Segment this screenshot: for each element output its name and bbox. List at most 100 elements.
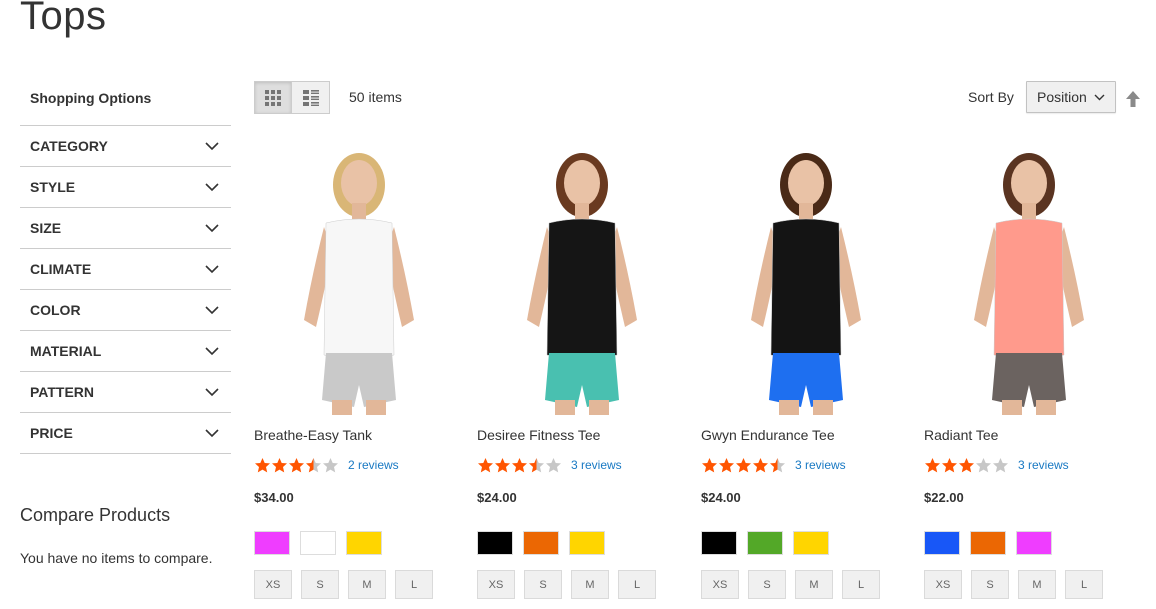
filter-price[interactable]: PRICE [20,413,231,454]
compare-products-title: Compare Products [20,505,171,525]
size-swatch[interactable]: S [301,570,339,599]
size-swatch[interactable]: M [1018,570,1056,599]
color-swatch[interactable] [346,531,382,555]
size-swatches: XS S M L [254,570,464,599]
chevron-down-icon [1094,94,1105,100]
product-image[interactable] [477,145,687,415]
star-icon [512,457,527,472]
color-swatch[interactable] [523,531,559,555]
star-icon [993,457,1008,472]
size-swatch[interactable]: S [748,570,786,599]
color-swatch[interactable] [569,531,605,555]
filter-style[interactable]: STYLE [20,167,231,208]
product-image[interactable] [254,145,464,415]
size-swatch[interactable]: XS [701,570,739,599]
product-price: $24.00 [477,490,517,505]
color-swatch[interactable] [701,531,737,555]
filter-material[interactable]: MATERIAL [20,331,231,372]
filter-pattern[interactable]: PATTERN [20,372,231,413]
chevron-down-icon [205,142,219,151]
star-icon [925,457,940,472]
chevron-down-icon [205,265,219,274]
star-icon [478,457,493,472]
sort-select[interactable]: Position [1026,81,1116,113]
shopping-options-heading: Shopping Options [30,90,152,106]
product-image[interactable] [701,145,911,415]
rating-stars [924,457,1009,474]
page-title: Tops [20,0,107,38]
size-swatch[interactable]: M [571,570,609,599]
sort-direction-arrow-icon[interactable] [1125,90,1141,108]
chevron-down-icon [205,183,219,192]
chevron-down-icon [205,224,219,233]
star-icon [323,457,338,472]
size-swatch[interactable]: S [971,570,1009,599]
product-item: Breathe-Easy Tank 2 reviews $34.00 XS S M L [254,145,464,599]
reviews-link[interactable]: 3 reviews [1018,458,1069,472]
rating-stars [701,457,786,474]
rating-stars [254,457,339,474]
rating-stars [477,457,562,474]
star-icon [255,457,270,472]
items-count: 50 items [349,89,402,105]
size-swatch[interactable]: L [842,570,880,599]
color-swatch[interactable] [793,531,829,555]
color-swatch[interactable] [747,531,783,555]
product-name-link[interactable]: Radiant Tee [924,427,1134,444]
color-swatch[interactable] [970,531,1006,555]
view-mode-switcher [254,81,330,114]
size-swatch[interactable]: M [348,570,386,599]
color-swatch[interactable] [477,531,513,555]
size-swatch[interactable]: S [524,570,562,599]
star-icon [959,457,974,472]
chevron-down-icon [205,347,219,356]
product-rating: 2 reviews [254,456,464,474]
color-swatch[interactable] [254,531,290,555]
size-swatch[interactable]: XS [477,570,515,599]
color-swatches [254,531,464,555]
sidebar: Shopping Options CATEGORY STYLE SIZE CLI… [20,86,231,454]
sort-select-value: Position [1037,89,1087,105]
color-swatches [924,531,1134,555]
product-price: $22.00 [924,490,964,505]
product-rating: 3 reviews [477,456,687,474]
product-item: Radiant Tee 3 reviews $22.00 XS S M L [924,145,1134,599]
product-image[interactable] [924,145,1134,415]
size-swatch[interactable]: L [395,570,433,599]
star-icon [719,457,734,472]
filter-climate[interactable]: CLIMATE [20,249,231,290]
reviews-link[interactable]: 2 reviews [348,458,399,472]
star-icon [770,457,785,472]
product-name-link[interactable]: Desiree Fitness Tee [477,427,687,444]
compare-empty-message: You have no items to compare. [20,550,213,566]
color-swatch[interactable] [1016,531,1052,555]
size-swatch[interactable]: XS [924,570,962,599]
size-swatch[interactable]: L [1065,570,1103,599]
reviews-link[interactable]: 3 reviews [571,458,622,472]
product-price: $24.00 [701,490,741,505]
product-name-link[interactable]: Breathe-Easy Tank [254,427,464,444]
filter-category[interactable]: CATEGORY [20,126,231,167]
product-rating: 3 reviews [701,456,911,474]
list-view-button[interactable] [292,81,330,114]
star-icon [289,457,304,472]
color-swatch[interactable] [300,531,336,555]
reviews-link[interactable]: 3 reviews [795,458,846,472]
size-swatch[interactable]: XS [254,570,292,599]
grid-icon [265,89,281,106]
product-name-link[interactable]: Gwyn Endurance Tee [701,427,911,444]
filter-color[interactable]: COLOR [20,290,231,331]
size-swatch[interactable]: M [795,570,833,599]
product-item: Desiree Fitness Tee 3 reviews $24.00 XS S M L [477,145,687,599]
filter-list: CATEGORY STYLE SIZE CLIMATE COLOR MATERI… [20,125,231,454]
star-icon [495,457,510,472]
grid-view-button[interactable] [254,81,292,114]
product-rating: 3 reviews [924,456,1134,474]
star-icon [306,457,321,472]
star-icon [529,457,544,472]
color-swatch[interactable] [924,531,960,555]
filter-size[interactable]: SIZE [20,208,231,249]
size-swatch[interactable]: L [618,570,656,599]
star-icon [272,457,287,472]
size-swatches: XS S M L [924,570,1134,599]
